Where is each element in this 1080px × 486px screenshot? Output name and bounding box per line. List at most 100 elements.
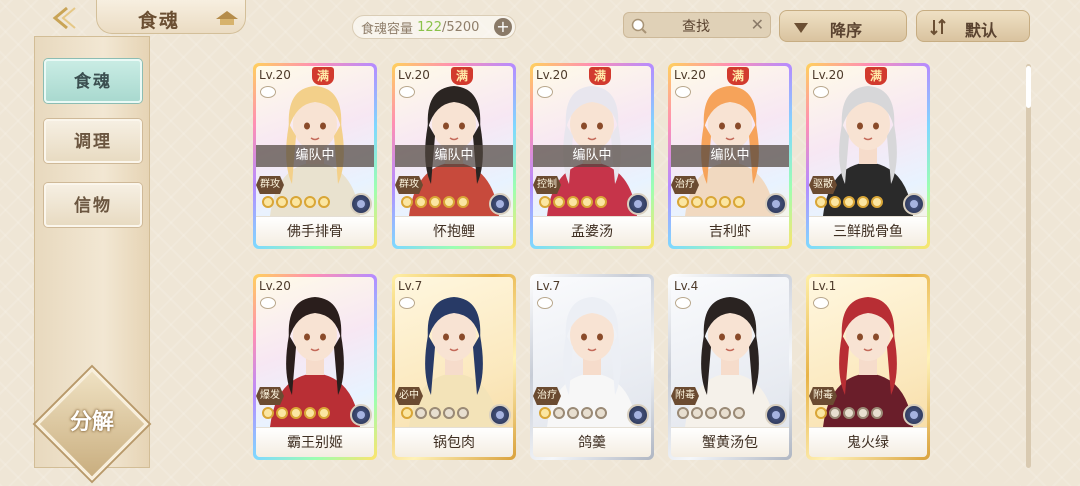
star-icon — [443, 196, 455, 208]
skill-orb-icon — [765, 193, 787, 215]
star-icon — [318, 407, 330, 419]
star-icon — [276, 407, 288, 419]
clear-search-icon[interactable]: ✕ — [751, 15, 764, 34]
star-icon — [429, 407, 441, 419]
card-inner: Lv.7 必中 锅包肉 — [395, 277, 513, 457]
skill-orb-icon — [627, 404, 649, 426]
star-icon — [457, 196, 469, 208]
level-label: Lv.4 — [674, 279, 699, 293]
star-icon — [705, 407, 717, 419]
in-team-banner: 编队中 — [395, 145, 513, 167]
star-rating — [677, 407, 745, 421]
skill-orb-icon — [350, 193, 372, 215]
role-badge: 附毒 — [671, 387, 699, 405]
character-name: 鸽羹 — [533, 427, 651, 457]
role-badge: 群攻 — [395, 176, 423, 194]
star-icon — [581, 196, 593, 208]
level-label: Lv.20 — [259, 68, 291, 82]
food-soul-card[interactable]: Lv.7 治疗 鸽羹 — [530, 274, 654, 460]
food-soul-card[interactable]: Lv.20 满编队中 群攻 佛手排骨 — [253, 63, 377, 249]
dish-cover-icon — [260, 297, 276, 309]
food-soul-card[interactable]: Lv.20 满编队中 群攻 怀抱鲤 — [392, 63, 516, 249]
pavilion-icon — [216, 11, 238, 25]
card-inner: Lv.4 附毒 蟹黄汤包 — [671, 277, 789, 457]
character-name: 三鲜脱骨鱼 — [809, 216, 927, 246]
star-icon — [829, 407, 841, 419]
sort-order-button[interactable]: 降序 — [779, 10, 907, 42]
max-level-badge: 满 — [727, 67, 749, 85]
star-icon — [705, 196, 717, 208]
star-icon — [318, 196, 330, 208]
add-capacity-button[interactable]: + — [494, 18, 512, 36]
star-rating — [401, 407, 469, 421]
star-rating — [815, 196, 883, 210]
dish-cover-icon — [537, 297, 553, 309]
star-icon — [719, 407, 731, 419]
sort-mode-button[interactable]: 默认 — [916, 10, 1030, 42]
star-icon — [815, 407, 827, 419]
food-soul-card[interactable]: Lv.7 必中 锅包肉 — [392, 274, 516, 460]
role-badge: 治疗 — [533, 387, 561, 405]
dish-cover-icon — [537, 86, 553, 98]
food-soul-card[interactable]: Lv.20 满编队中 控制 孟婆汤 — [530, 63, 654, 249]
capacity-label: 食魂容量 — [361, 21, 414, 37]
star-rating — [815, 407, 883, 421]
food-soul-card[interactable]: Lv.1 附毒 鬼火绿 — [806, 274, 930, 460]
star-icon — [443, 407, 455, 419]
star-icon — [733, 407, 745, 419]
star-icon — [290, 407, 302, 419]
star-icon — [595, 407, 607, 419]
star-icon — [677, 407, 689, 419]
character-name: 吉利虾 — [671, 216, 789, 246]
role-badge: 治疗 — [671, 176, 699, 194]
role-badge: 群攻 — [256, 176, 284, 194]
role-badge: 爆发 — [256, 387, 284, 405]
star-rating — [539, 407, 607, 421]
bottom-fade — [240, 466, 1020, 486]
skill-orb-icon — [350, 404, 372, 426]
max-level-badge: 满 — [589, 67, 611, 85]
search-button[interactable]: 查找 ✕ — [623, 12, 771, 38]
dish-cover-icon — [399, 297, 415, 309]
star-rating — [262, 196, 330, 210]
star-icon — [539, 196, 551, 208]
star-rating — [677, 196, 745, 210]
star-icon — [719, 196, 731, 208]
card-inner: Lv.20 满编队中治疗吉利虾 — [671, 66, 789, 246]
in-team-banner: 编队中 — [671, 145, 789, 167]
star-icon — [262, 196, 274, 208]
food-soul-card[interactable]: Lv.20 爆发 霸王别姬 — [253, 274, 377, 460]
sort-order-label: 降序 — [830, 21, 863, 40]
level-label: Lv.1 — [812, 279, 837, 293]
in-team-banner: 编队中 — [256, 145, 374, 167]
scrollbar-thumb[interactable] — [1026, 66, 1031, 108]
star-icon — [843, 196, 855, 208]
character-name: 霸王别姬 — [256, 427, 374, 457]
dish-cover-icon — [399, 86, 415, 98]
star-icon — [829, 196, 841, 208]
page-title: 食魂 — [138, 10, 181, 32]
food-soul-card[interactable]: Lv.20 满编队中治疗吉利虾 — [668, 63, 792, 249]
food-soul-card[interactable]: Lv.20 满驱散 三鲜脱骨鱼 — [806, 63, 930, 249]
tab-conditioning[interactable]: 调理 — [44, 119, 142, 163]
food-soul-card[interactable]: Lv.4 附毒 蟹黄汤包 — [668, 274, 792, 460]
star-icon — [871, 407, 883, 419]
star-icon — [304, 196, 316, 208]
character-name: 佛手排骨 — [256, 216, 374, 246]
level-label: Lv.7 — [398, 279, 423, 293]
star-icon — [567, 196, 579, 208]
star-icon — [581, 407, 593, 419]
dish-cover-icon — [260, 86, 276, 98]
level-label: Lv.20 — [674, 68, 706, 82]
character-name: 鬼火绿 — [809, 427, 927, 457]
scrollbar[interactable] — [1026, 64, 1031, 468]
tab-token[interactable]: 信物 — [44, 183, 142, 227]
card-inner: Lv.20 满编队中 控制 孟婆汤 — [533, 66, 651, 246]
star-icon — [290, 196, 302, 208]
back-button[interactable] — [44, 4, 84, 32]
star-icon — [262, 407, 274, 419]
star-icon — [276, 196, 288, 208]
tab-food-soul[interactable]: 食魂 — [44, 59, 142, 103]
capacity-display: 食魂容量 122/5200 + — [352, 15, 516, 39]
chevron-left-icon — [52, 6, 76, 30]
